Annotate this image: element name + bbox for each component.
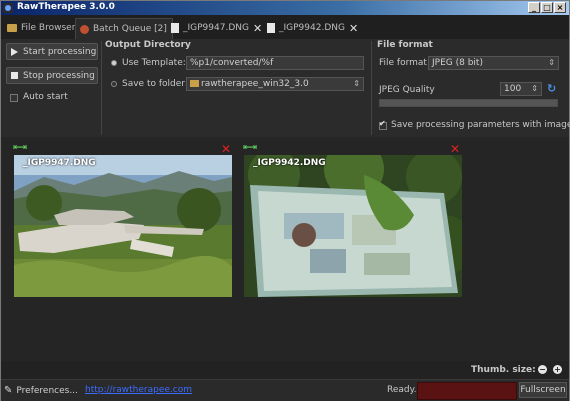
- minimize-button[interactable]: _: [528, 2, 540, 13]
- thumbnail-image: [14, 155, 232, 297]
- tab-file-browser[interactable]: File Browser: [3, 18, 79, 38]
- tab-label: File Browser: [21, 23, 76, 33]
- stop-processing-label: Stop processing: [23, 70, 95, 81]
- file-format-label: File format:: [379, 58, 430, 68]
- queue-thumbnail[interactable]: [14, 155, 232, 297]
- maximize-button[interactable]: □: [541, 2, 553, 13]
- fullscreen-button[interactable]: Fullscreen: [519, 382, 567, 398]
- folder-icon: [190, 80, 199, 87]
- progress-bar: [417, 382, 517, 400]
- remove-from-queue-icon[interactable]: ✕: [450, 142, 460, 156]
- queue-nav-icon[interactable]: ⇤⇥: [13, 143, 27, 153]
- website-link[interactable]: http://rawtherapee.com: [85, 385, 192, 395]
- window-title: RawTherapee 3.0.0: [17, 2, 115, 12]
- stop-icon: [11, 72, 18, 79]
- start-processing-button[interactable]: Start processing: [6, 43, 98, 60]
- file-format-select[interactable]: JPEG (8 bit) ⇕: [428, 56, 559, 70]
- save-to-folder-radio[interactable]: [111, 81, 117, 87]
- tab-bar: File Browser Batch Queue [2] _IGP9947.DN…: [1, 15, 569, 39]
- stop-processing-button[interactable]: Stop processing: [6, 67, 98, 84]
- use-template-label: Use Template:: [122, 58, 186, 68]
- thumbnail-image: [244, 155, 462, 297]
- tab-label: _IGP9942.DNG: [279, 23, 345, 33]
- refresh-icon[interactable]: ↻: [547, 82, 556, 95]
- batch-queue-icon: [80, 24, 89, 34]
- close-window-button[interactable]: ×: [554, 2, 566, 13]
- divider: [101, 41, 102, 135]
- chevron-down-icon: ⇕: [548, 58, 555, 67]
- image-icon: [267, 23, 275, 33]
- use-template-radio[interactable]: [111, 60, 117, 66]
- auto-start-label: Auto start: [23, 92, 68, 102]
- close-tab-icon[interactable]: ✕: [349, 22, 358, 35]
- chevron-down-icon: ⇕: [353, 79, 360, 88]
- tab-igp9947[interactable]: _IGP9947.DNG ✕: [167, 18, 266, 38]
- remove-from-queue-icon[interactable]: ✕: [221, 142, 231, 156]
- output-directory-heading: Output Directory: [105, 40, 191, 50]
- wrench-icon: ✎: [4, 385, 13, 396]
- thumb-size-row: Thumb. size: − +: [1, 361, 569, 379]
- divider: [371, 41, 372, 135]
- status-text: Ready.: [387, 385, 417, 395]
- spinner-arrows-icon: ⇕: [531, 84, 538, 93]
- tab-batch-queue[interactable]: Batch Queue [2]: [75, 18, 173, 39]
- save-to-folder-label: Save to folder:: [122, 79, 188, 89]
- file-format-heading: File format: [377, 40, 433, 50]
- queue-thumbnail[interactable]: [244, 155, 462, 297]
- queue-item-filename: _IGP9947.DNG: [23, 158, 96, 168]
- app-icon: [3, 3, 13, 13]
- image-icon: [171, 23, 179, 33]
- save-params-label: Save processing parameters with image: [391, 120, 570, 130]
- folder-value: rawtherapee_win32_3.0: [201, 79, 309, 89]
- jpeg-quality-value: 100: [504, 84, 522, 94]
- start-processing-label: Start processing: [23, 46, 97, 57]
- file-format-value: JPEG (8 bit): [432, 58, 483, 68]
- queue-settings-panel: Start processing Stop processing Auto st…: [1, 39, 570, 137]
- save-params-checkbox[interactable]: ✔: [379, 119, 387, 130]
- thumb-size-label: Thumb. size:: [471, 365, 536, 375]
- batch-queue-thumbnails: ⇤⇥ ✕ _IGP9947.DNG ⇤⇥ ✕ _IGP9942.DNG: [3, 139, 569, 361]
- preferences-label: Preferences...: [16, 385, 78, 396]
- close-tab-icon[interactable]: ✕: [253, 22, 262, 35]
- tab-label: Batch Queue [2]: [93, 24, 167, 34]
- tab-label: _IGP9947.DNG: [183, 23, 249, 33]
- preferences-button[interactable]: ✎ Preferences...: [4, 383, 78, 398]
- template-input[interactable]: %p1/converted/%f: [186, 56, 364, 70]
- folder-chooser[interactable]: rawtherapee_win32_3.0 ⇕: [186, 77, 364, 91]
- jpeg-quality-slider[interactable]: [379, 99, 558, 107]
- jpeg-quality-label: JPEG Quality: [379, 85, 435, 95]
- zoom-in-button[interactable]: +: [553, 365, 562, 374]
- status-bar: ✎ Preferences... http://rawtherapee.com …: [1, 379, 569, 401]
- tab-igp9942[interactable]: _IGP9942.DNG ✕: [263, 18, 362, 38]
- app-window: RawTherapee 3.0.0 _ □ × File Browser Bat…: [0, 0, 570, 401]
- folder-icon: [7, 24, 17, 32]
- queue-nav-icon[interactable]: ⇤⇥: [243, 143, 257, 153]
- checkmark-icon: ✔: [379, 119, 386, 128]
- play-icon: [11, 47, 18, 56]
- queue-item-filename: _IGP9942.DNG: [253, 158, 326, 168]
- jpeg-quality-spinner[interactable]: 100 ⇕: [500, 82, 542, 96]
- auto-start-checkbox[interactable]: [10, 94, 18, 102]
- slider-fill: [380, 100, 557, 106]
- zoom-out-button[interactable]: −: [538, 365, 547, 374]
- title-bar: RawTherapee 3.0.0 _ □ ×: [1, 1, 569, 15]
